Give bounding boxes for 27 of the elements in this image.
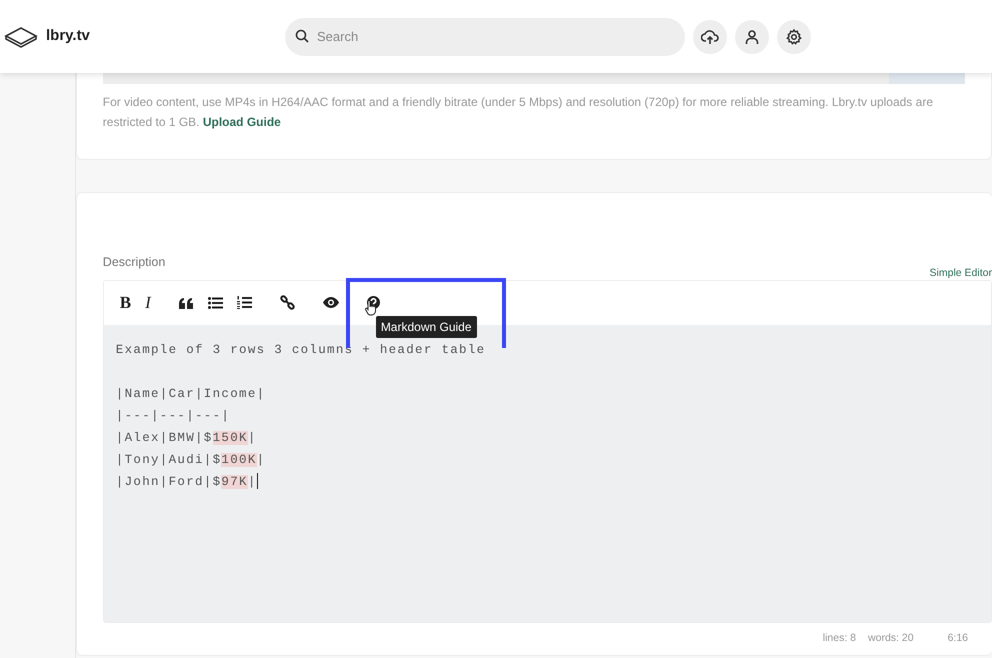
pointer-cursor-icon <box>364 300 377 316</box>
logo-icon[interactable] <box>4 24 38 48</box>
upload-icon <box>701 28 719 44</box>
editor-line: |John|Ford|$97K| <box>116 472 258 492</box>
word-count: words: 20 <box>868 630 914 646</box>
cursor-position: 6:16 <box>948 630 968 646</box>
tooltip: Markdown Guide <box>376 316 477 338</box>
upload-guide-link[interactable]: Upload Guide <box>202 115 281 129</box>
settings-button[interactable] <box>777 20 811 54</box>
bold-button[interactable]: B <box>116 292 136 314</box>
input-field[interactable] <box>102 73 889 84</box>
user-button[interactable] <box>735 20 769 54</box>
site-name[interactable]: lbry.tv <box>46 25 90 48</box>
search-icon <box>295 28 309 42</box>
editor-line: |Tony|Audi|$100K| <box>116 452 266 469</box>
field-label: Description <box>102 254 166 271</box>
editor-line: |Alex|BMW|$150K| <box>116 430 257 447</box>
editor-line: |---|---|---| <box>116 408 230 425</box>
simple-editor-link[interactable]: Simple Editor <box>930 266 992 282</box>
italic-button[interactable]: I <box>141 292 155 314</box>
editor-line: |Name|Car|Income| <box>116 386 266 403</box>
settings-icon <box>786 28 802 44</box>
upload-note: For video content, use MP4s in H264/AAC format and a friendly bitrate (under 5 Mbps) and resolution (720p) for more reliable streaming. Lbry.tv uploads are restricted to 1 GB. Upload Guide <box>102 94 934 131</box>
line-count: lines: 8 <box>822 630 856 646</box>
editor-line: Example of 3 rows 3 columns + header table <box>116 342 486 359</box>
user-icon <box>745 28 759 44</box>
search-field[interactable]: Search <box>285 18 685 56</box>
